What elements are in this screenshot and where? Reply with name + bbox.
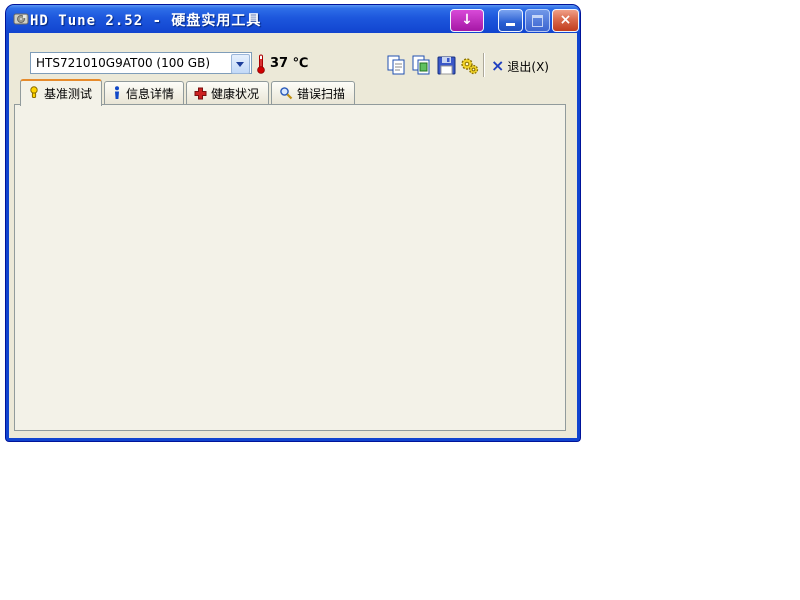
info-icon — [112, 86, 122, 100]
tab-benchmark[interactable]: 基准测试 — [20, 79, 102, 106]
tab-label: 基准测试 — [44, 85, 92, 102]
benchmark-icon — [28, 86, 40, 100]
window-title: HD Tune 2.52 - 硬盘实用工具 — [30, 10, 261, 30]
drive-select[interactable]: HTS721010G9AT00 (100 GB) — [30, 52, 252, 74]
tab-bar: 基准测试 信息详情 健康状况 错误扫描 — [20, 84, 357, 105]
desktop: HD Tune 2.52 - 硬盘实用工具 ↓ × HTS721010G9AT0… — [0, 0, 800, 600]
error-scan-icon — [279, 86, 293, 100]
close-icon[interactable]: × — [552, 9, 579, 32]
temperature-value: 37 ℃ — [270, 56, 308, 71]
tab-info[interactable]: 信息详情 — [104, 81, 184, 105]
benchmark-tab-page — [14, 104, 566, 431]
chevron-down-icon[interactable] — [231, 54, 250, 74]
exit-label: 退出(X) — [507, 58, 549, 75]
tab-health[interactable]: 健康状况 — [186, 81, 269, 105]
tab-label: 健康状况 — [211, 85, 259, 102]
exit-x-icon: × — [491, 58, 504, 74]
options-icon[interactable] — [458, 54, 481, 77]
hdtune-window: HD Tune 2.52 - 硬盘实用工具 ↓ × HTS721010G9AT0… — [6, 5, 580, 441]
thermometer-icon — [255, 54, 267, 74]
drive-select-value: HTS721010G9AT00 (100 GB) — [36, 56, 210, 70]
save-screenshot-icon[interactable] — [435, 54, 458, 77]
app-icon — [13, 11, 29, 27]
health-icon — [194, 87, 207, 100]
tab-label: 错误扫描 — [297, 85, 345, 102]
titlebar[interactable]: HD Tune 2.52 - 硬盘实用工具 ↓ × — [6, 5, 580, 33]
tab-label: 信息详情 — [126, 85, 174, 102]
toolbar-separator — [483, 53, 484, 77]
copy-text-icon[interactable] — [385, 54, 408, 77]
minimize-icon[interactable] — [498, 9, 523, 32]
exit-button[interactable]: × 退出(X) — [491, 55, 549, 77]
copy-screenshot-icon[interactable] — [410, 54, 433, 77]
maximize-icon[interactable] — [525, 9, 550, 32]
capture-download-icon[interactable]: ↓ — [450, 9, 484, 32]
tab-error-scan[interactable]: 错误扫描 — [271, 81, 355, 105]
